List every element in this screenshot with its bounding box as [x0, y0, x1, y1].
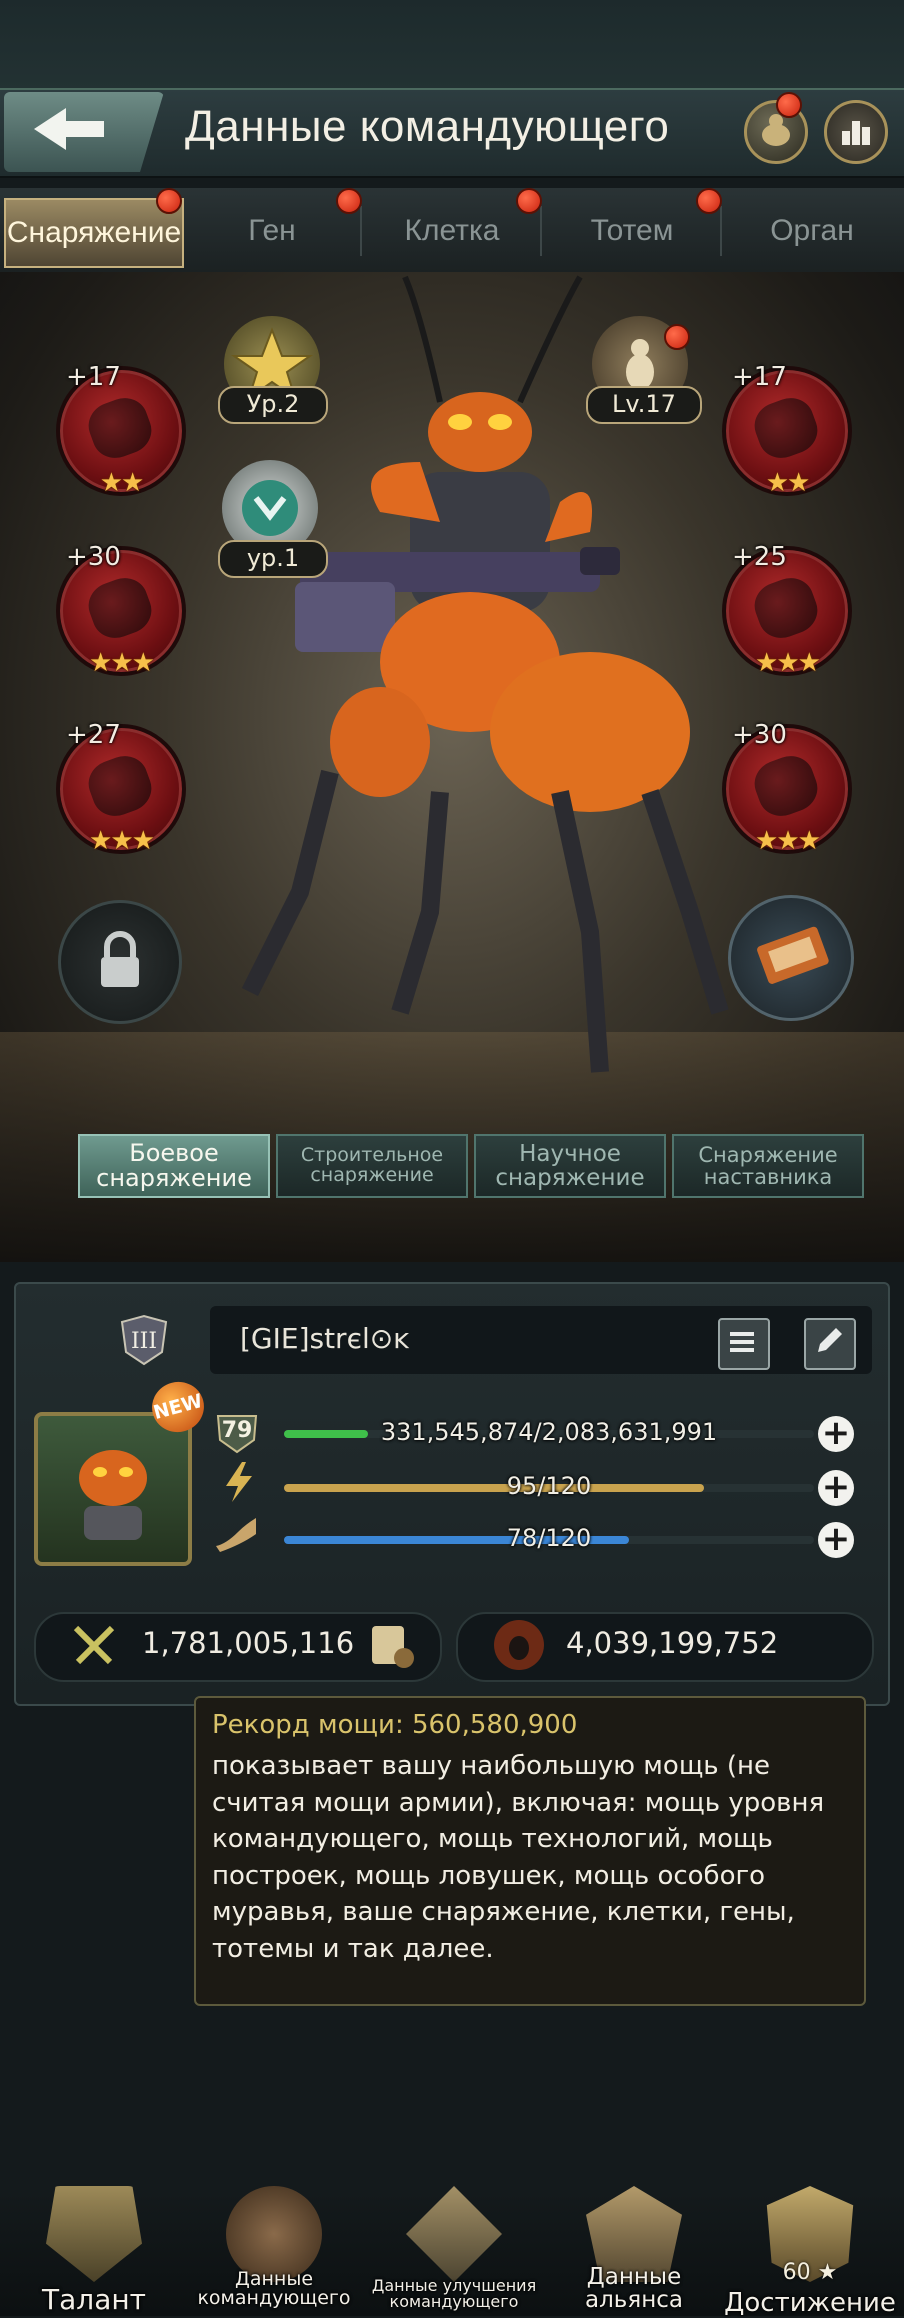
- nav-achievement[interactable]: 60 ★ Достижение: [720, 2186, 900, 2316]
- kills-icon: [494, 1620, 544, 1670]
- nav-label: Талант: [42, 2283, 146, 2316]
- achievement-count: 60 ★: [782, 2260, 838, 2285]
- power-record-button[interactable]: [364, 1618, 418, 1672]
- notification-dot: [776, 92, 802, 118]
- nav-alliance-data[interactable]: Данные альянса: [544, 2186, 724, 2316]
- energy-value: 95/120: [506, 1472, 592, 1500]
- star-rating: ★★★: [755, 826, 821, 856]
- exp-bar: 331,545,874/2,083,631,991 +: [214, 1414, 854, 1454]
- medal-level-label: Ур.2: [218, 386, 328, 424]
- tooltip-body: показывает вашу наибольшую мощь (не счит…: [212, 1751, 825, 1964]
- nav-label: Достижение: [724, 2288, 896, 2318]
- equipment-item: [82, 571, 158, 645]
- tab-combat-gear[interactable]: Боевое снаряжение: [78, 1134, 270, 1198]
- player-name: [GIE]ꜱtrєl⊙ĸ: [240, 1322, 410, 1355]
- tooltip-title: Рекорд мощи: 560,580,900: [212, 1710, 578, 1740]
- power-value: 1,781,005,116: [142, 1626, 355, 1660]
- tab-science-gear[interactable]: Научное снаряжение: [474, 1134, 666, 1198]
- nav-upgrade-data[interactable]: Данные улучшения командующего: [364, 2186, 544, 2316]
- scroll-clock-icon: [372, 1626, 414, 1668]
- equipment-item: [82, 749, 158, 823]
- equipment-slot[interactable]: +30 ★★★: [56, 542, 186, 678]
- notification-dot: [516, 188, 542, 214]
- medal-level-label: Lv.17: [586, 386, 702, 424]
- energy-bar: 95/120 +: [214, 1468, 854, 1508]
- equipment-slot[interactable]: +30 ★★★: [722, 720, 852, 856]
- tab-equipment[interactable]: Снаряжение: [4, 198, 184, 268]
- equipment-item: [748, 391, 824, 465]
- ranking-button[interactable]: [824, 100, 888, 164]
- lock-icon: [101, 931, 139, 987]
- nav-commander-data[interactable]: Данные командующего: [184, 2186, 364, 2316]
- equipment-item: [82, 391, 158, 465]
- equipment-slot[interactable]: +25 ★★★: [722, 542, 852, 678]
- tab-divider: [360, 206, 362, 256]
- enhance-level: +17: [732, 362, 787, 392]
- tab-organ[interactable]: Орган: [724, 198, 900, 264]
- notification-dot: [156, 188, 182, 214]
- matchbox-icon: [757, 926, 829, 984]
- tab-cell[interactable]: Клетка: [364, 198, 540, 264]
- rank-crest-icon: III: [116, 1312, 172, 1368]
- stamina-value: 78/120: [506, 1524, 592, 1552]
- enhance-level: +30: [732, 720, 787, 750]
- ant-icon: [509, 1636, 529, 1660]
- page-title: Данные командующего: [185, 102, 670, 151]
- star-rating: ★★★: [89, 648, 155, 678]
- star-rating: ★★: [99, 468, 145, 498]
- bar-chart-icon: [842, 121, 870, 145]
- enhance-level: +17: [66, 362, 121, 392]
- talent-icon: [46, 2186, 142, 2282]
- add-exp-button[interactable]: +: [818, 1416, 854, 1452]
- edit-name-button[interactable]: [804, 1318, 856, 1370]
- enhance-level: +25: [732, 542, 787, 572]
- nav-label: Данные альянса: [585, 2264, 683, 2313]
- back-button[interactable]: [4, 92, 164, 172]
- kills-value: 4,039,199,752: [566, 1626, 779, 1660]
- back-arrow-icon: [34, 108, 104, 150]
- locked-slot[interactable]: [58, 900, 182, 1024]
- nav-label: Данные командующего: [197, 2268, 351, 2309]
- notification-dot: [664, 324, 690, 350]
- star-rating: ★★★: [89, 826, 155, 856]
- special-item-slot[interactable]: [728, 895, 854, 1021]
- hammer-icon: [406, 2186, 502, 2282]
- exp-value: 331,545,874/2,083,631,991: [380, 1418, 718, 1446]
- document-icon: [730, 1332, 754, 1352]
- star-rating: ★★★: [755, 648, 821, 678]
- notification-dot: [696, 188, 722, 214]
- svg-text:III: III: [131, 1329, 157, 1354]
- nav-talent[interactable]: Талант: [4, 2186, 184, 2316]
- star-rating: ★★: [765, 468, 811, 498]
- commander-portrait: [79, 1450, 147, 1540]
- crossed-swords-icon: [70, 1622, 118, 1670]
- tab-totem[interactable]: Тотем: [544, 198, 720, 264]
- nav-label: Данные улучшения командующего: [371, 2276, 537, 2311]
- tab-divider: [540, 206, 542, 256]
- enhance-level: +30: [66, 542, 121, 572]
- pencil-icon: [818, 1328, 842, 1352]
- tab-mentor-gear[interactable]: Снаряжение наставника: [672, 1134, 864, 1198]
- equipment-slot[interactable]: +17 ★★: [56, 362, 186, 498]
- add-energy-button[interactable]: +: [818, 1470, 854, 1506]
- add-stamina-button[interactable]: +: [818, 1522, 854, 1558]
- equipment-slot[interactable]: +17 ★★: [722, 362, 852, 498]
- tab-divider: [720, 206, 722, 256]
- tab-gene[interactable]: Ген: [184, 198, 360, 264]
- equipment-slot[interactable]: +27 ★★★: [56, 720, 186, 856]
- enhance-level: +27: [66, 720, 121, 750]
- tab-building-gear[interactable]: Строительное снаряжение: [276, 1134, 468, 1198]
- notification-dot: [336, 188, 362, 214]
- stamina-bar: 78/120 +: [214, 1520, 854, 1560]
- avatar[interactable]: [34, 1412, 192, 1566]
- top-background: [0, 0, 904, 90]
- list-button[interactable]: [718, 1318, 770, 1370]
- equipment-item: [748, 571, 824, 645]
- equipment-item: [748, 749, 824, 823]
- medal-level-label: ур.1: [218, 540, 328, 578]
